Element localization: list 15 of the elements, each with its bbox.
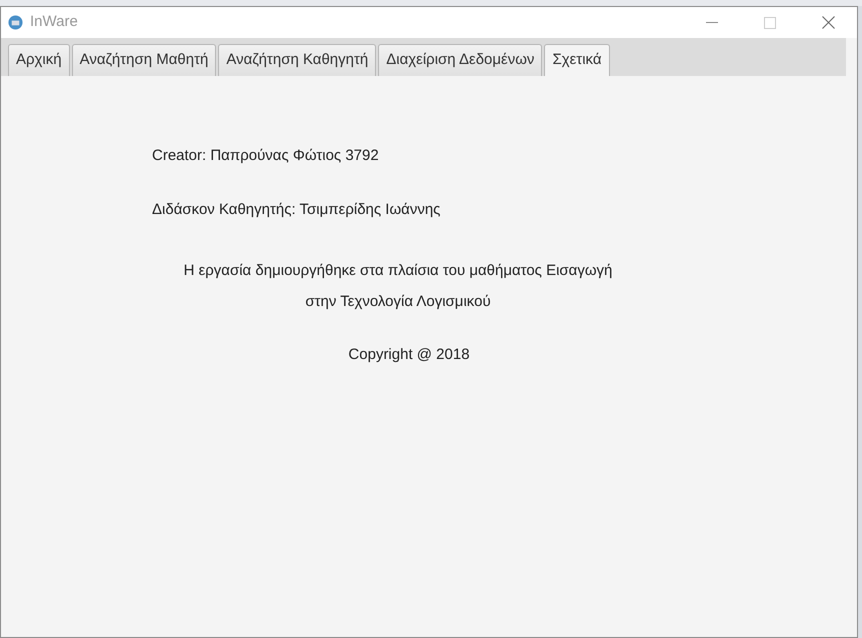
tab[interactable]: Σχετικά xyxy=(544,44,610,76)
window-title: InWare xyxy=(30,12,78,32)
minimize-icon xyxy=(706,22,718,23)
teacher-text: Διδάσκον Καθηγητής: Τσιμπερίδης Ιωάννης xyxy=(152,200,440,220)
tab[interactable]: Αρχική xyxy=(8,44,70,76)
close-icon xyxy=(822,16,834,29)
description-line: στην Τεχνολογία Λογισμικού xyxy=(305,292,491,312)
description-line: Η εργασία δημιουργήθηκε στα πλαίσια του μαθήματος Εισαγωγή xyxy=(184,261,612,281)
app-logo-icon xyxy=(8,15,23,30)
maximize-icon xyxy=(764,16,776,28)
copyright-text: Copyright @ 2018 xyxy=(348,345,470,365)
tab[interactable]: Αναζήτηση Μαθητή xyxy=(72,44,216,76)
tab[interactable]: Αναζήτηση Καθηγητή xyxy=(218,44,376,76)
creator-text: Creator: Παπρούνας Φώτιος 3792 xyxy=(152,146,379,166)
tab[interactable]: Διαχείριση Δεδομένων xyxy=(378,44,542,76)
